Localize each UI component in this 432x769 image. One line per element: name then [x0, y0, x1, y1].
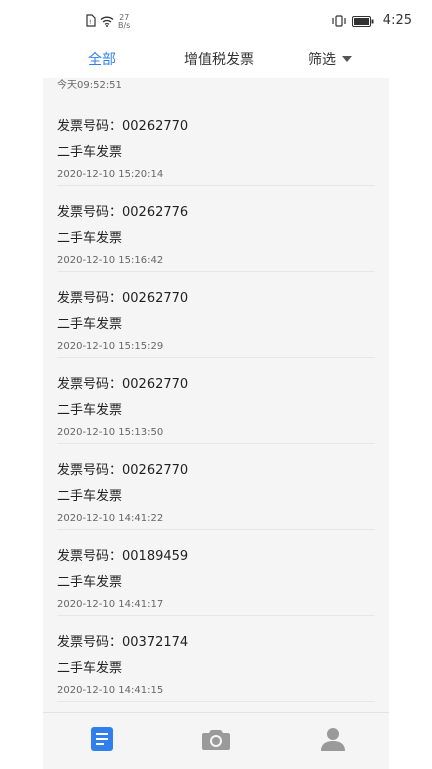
nav-profile[interactable]	[319, 727, 347, 755]
list-item[interactable]: 发票号码：00262770 二手车发票 2020-12-10 15:20:14	[57, 100, 375, 186]
nav-camera[interactable]	[202, 727, 230, 755]
camera-icon	[202, 728, 230, 754]
tab-vat-invoice[interactable]: 增值税发票	[184, 49, 254, 69]
clock: 4:25	[382, 13, 412, 28]
nav-invoice-list[interactable]	[88, 727, 116, 755]
invoice-list[interactable]: 今天09:52:51 发票号码：00262770 二手车发票 2020-12-1…	[43, 78, 389, 712]
speed-unit: B/s	[118, 20, 131, 30]
invoice-time: 2020-12-10 14:41:22	[57, 513, 164, 524]
invoice-number: 发票号码：00189459	[57, 549, 189, 564]
list-item[interactable]: 发票号码：00189459 二手车发票 2020-12-10 14:41:17	[57, 530, 375, 616]
invoice-time: 2020-12-10 14:41:15	[57, 685, 164, 696]
invoice-number: 发票号码：00262770	[57, 291, 189, 306]
list-item[interactable]: 发票号码：00262770 二手车发票 2020-12-10 15:13:50	[57, 358, 375, 444]
invoice-type: 二手车发票	[57, 403, 123, 418]
invoice-type: 二手车发票	[57, 145, 123, 160]
invoice-type: 二手车发票	[57, 231, 123, 246]
battery-icon	[352, 12, 374, 31]
tab-all[interactable]: 全部	[88, 49, 116, 69]
list-item[interactable]: 发票号码：00372174 二手车发票 2020-12-10 14:41:15	[57, 616, 375, 702]
invoice-type: 二手车发票	[57, 317, 123, 332]
invoice-number: 发票号码：00372174	[57, 635, 189, 650]
list-icon	[91, 727, 113, 755]
invoice-time: 2020-12-10 15:15:29	[57, 341, 164, 352]
filter-label: 筛选	[308, 52, 336, 68]
invoice-time: 2020-12-10 15:13:50	[57, 427, 164, 438]
list-item[interactable]: 发票号码：00262770 二手车发票 2020-12-10 14:41:22	[57, 444, 375, 530]
filter-tabs: 全部 增值税发票 筛选	[43, 40, 389, 78]
status-left: ! 27 B/s	[86, 12, 130, 31]
invoice-time: 2020-12-10 15:16:42	[57, 255, 164, 266]
svg-text:!: !	[89, 19, 91, 26]
bottom-navigation	[43, 712, 389, 769]
vibrate-icon	[332, 12, 346, 31]
invoice-number: 发票号码：00262770	[57, 377, 189, 392]
invoice-type: 二手车发票	[57, 575, 123, 590]
invoice-time: 2020-12-10 15:20:14	[57, 169, 164, 180]
invoice-number: 发票号码：00262770	[57, 463, 189, 478]
network-speed: 27 B/s	[118, 13, 131, 30]
invoice-type: 二手车发票	[57, 661, 123, 676]
list-item[interactable]: 发票号码：00262776 二手车发票 2020-12-10 15:16:42	[57, 186, 375, 272]
invoice-type: 二手车发票	[57, 489, 123, 504]
status-right	[332, 12, 374, 31]
wifi-icon	[100, 12, 114, 31]
user-icon	[321, 727, 345, 755]
invoice-time: 2020-12-10 14:41:17	[57, 599, 164, 610]
partial-item-time: 今天09:52:51	[57, 80, 122, 91]
invoice-number: 发票号码：00262770	[57, 119, 189, 134]
invoice-number: 发票号码：00262776	[57, 205, 189, 220]
sim-icon: !	[86, 12, 96, 31]
filter-dropdown[interactable]: 筛选	[308, 49, 352, 69]
list-item[interactable]: 发票号码：00262770 二手车发票 2020-12-10 15:15:29	[57, 272, 375, 358]
status-bar: ! 27 B/s 4:25	[0, 0, 432, 40]
caret-down-icon	[342, 56, 352, 62]
